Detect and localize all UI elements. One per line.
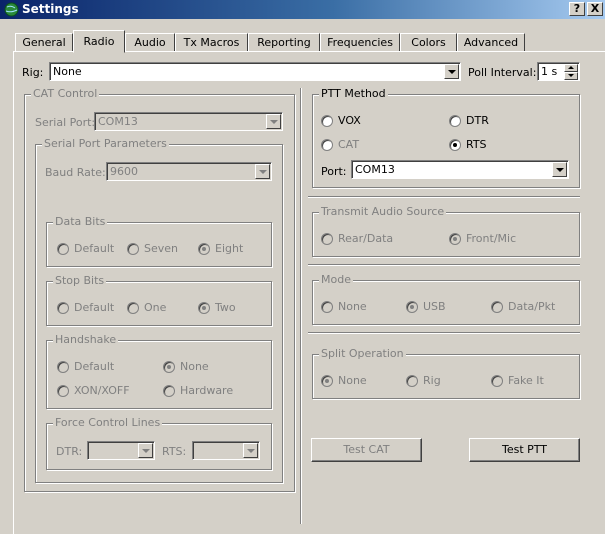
handshake-group: Handshake [46, 333, 272, 409]
test-ptt-button[interactable]: Test PTT [469, 438, 580, 462]
poll-interval-spinbox[interactable]: 1 s [537, 62, 580, 81]
tab-radio[interactable]: Radio [73, 30, 125, 53]
chevron-down-icon[interactable] [138, 443, 153, 458]
spin-up-icon[interactable] [564, 64, 578, 72]
serial-port-label: Serial Port: [35, 116, 96, 129]
vertical-divider [300, 88, 302, 524]
baud-rate-label: Baud Rate: [45, 166, 106, 179]
separator [308, 264, 580, 266]
title-bar: Settings ? X [0, 0, 605, 19]
ptt-port-select[interactable]: COM13 [351, 160, 569, 179]
chevron-down-icon[interactable] [255, 164, 270, 179]
poll-interval-label: Poll Interval: [468, 66, 537, 79]
baud-rate-select[interactable]: 9600 [106, 162, 272, 181]
separator [308, 196, 580, 198]
serial-params-title: Serial Port Parameters [42, 137, 169, 150]
tab-reporting[interactable]: Reporting [248, 33, 320, 52]
help-button[interactable]: ? [569, 2, 585, 16]
dtr-select[interactable] [87, 441, 155, 460]
tab-general[interactable]: General [15, 33, 73, 52]
tab-advanced[interactable]: Advanced [457, 33, 525, 52]
chevron-down-icon[interactable] [243, 443, 258, 458]
rig-label: Rig: [22, 66, 44, 79]
dtr-label: DTR: [56, 445, 83, 458]
window-title: Settings [22, 2, 79, 16]
rts-label: RTS: [162, 445, 187, 458]
rig-select[interactable]: None [49, 62, 461, 81]
separator [308, 332, 580, 334]
test-cat-button[interactable]: Test CAT [311, 438, 422, 462]
chevron-down-icon[interactable] [552, 162, 567, 177]
tab-colors[interactable]: Colors [400, 33, 457, 52]
ptt-port-label: Port: [321, 165, 347, 178]
cat-control-title: CAT Control [31, 87, 100, 100]
tab-frequencies[interactable]: Frequencies [320, 33, 400, 52]
tab-tx-macros[interactable]: Tx Macros [175, 33, 248, 52]
chevron-down-icon[interactable] [444, 64, 459, 79]
spin-down-icon[interactable] [564, 72, 578, 80]
chevron-down-icon[interactable] [266, 114, 281, 129]
serial-port-select[interactable]: COM13 [94, 112, 283, 131]
tab-audio[interactable]: Audio [125, 33, 175, 52]
close-button[interactable]: X [587, 2, 603, 16]
app-globe-icon [4, 2, 19, 17]
ptt-method-title: PTT Method [319, 87, 388, 100]
rts-select[interactable] [192, 441, 260, 460]
